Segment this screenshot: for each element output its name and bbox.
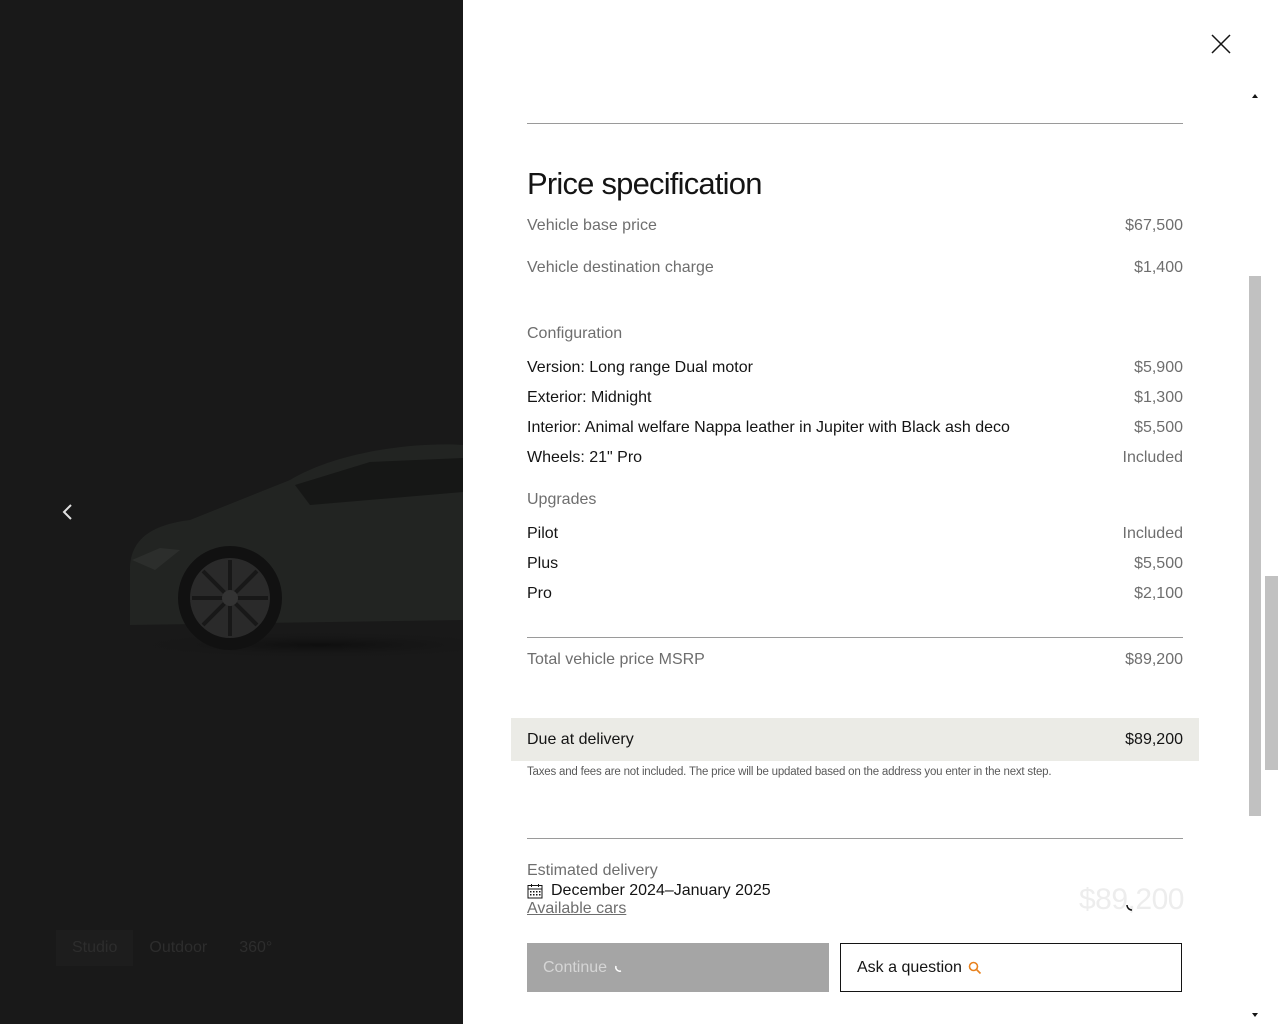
config-row-version: Version: Long range Dual motor $5,900 [527, 359, 1183, 377]
config-label: Exterior: Midnight [527, 389, 652, 406]
scrollbar-thumb[interactable] [1249, 276, 1261, 816]
divider [527, 123, 1183, 124]
config-value: Included [1122, 449, 1184, 466]
upgrade-row-plus: Plus $5,500 [527, 555, 1183, 573]
config-value: $5,500 [1134, 419, 1183, 436]
upgrade-label: Pilot [527, 525, 559, 542]
upgrade-row-pro: Pro $2,100 [527, 585, 1183, 603]
scroll-down-icon[interactable] [1247, 1007, 1263, 1023]
page-title: Price specification [527, 166, 762, 201]
config-row-exterior: Exterior: Midnight $1,300 [527, 389, 1183, 407]
config-row-wheels: Wheels: 21" Pro Included [527, 449, 1183, 467]
upgrade-value: $2,100 [1134, 585, 1183, 602]
estimated-delivery-date: December 2024–January 2025 [527, 882, 771, 900]
chevron-left-icon[interactable] [56, 500, 80, 524]
upgrade-label: Pro [527, 585, 552, 602]
scroll-up-icon[interactable] [1247, 88, 1263, 104]
config-value: $1,300 [1134, 389, 1183, 406]
ask-label: Ask a question [857, 958, 962, 976]
continue-label: Continue [543, 958, 608, 976]
calendar-icon [527, 884, 543, 899]
tab-studio[interactable]: Studio [56, 930, 134, 966]
loading-spinner-icon [1126, 904, 1133, 911]
config-label: Version: Long range Dual motor [527, 359, 753, 376]
continue-button[interactable]: Continue [527, 943, 829, 992]
upgrade-value: $5,500 [1134, 555, 1183, 572]
car-viewer: Studio Outdoor 360° [0, 0, 463, 1024]
view-tabs: Studio Outdoor 360° [56, 930, 288, 966]
config-row-interior: Interior: Animal welfare Nappa leather i… [527, 419, 1183, 437]
ask-question-button[interactable]: Ask a question [840, 943, 1182, 992]
base-price-value: $67,500 [1125, 217, 1183, 234]
divider [527, 637, 1183, 638]
upgrade-label: Plus [527, 555, 559, 572]
price-panel: Price specification Vehicle base price $… [463, 0, 1280, 1024]
config-label: Wheels: 21" Pro [527, 449, 643, 466]
total-row: Total vehicle price MSRP $89,200 [527, 651, 1183, 669]
total-label: Total vehicle price MSRP [527, 651, 705, 668]
due-at-delivery: Due at delivery $89,200 [511, 718, 1199, 761]
tab-outdoor[interactable]: Outdoor [133, 930, 223, 966]
config-label: Interior: Animal welfare Nappa leather i… [527, 419, 1010, 436]
tab-360[interactable]: 360° [223, 930, 288, 966]
total-value: $89,200 [1125, 651, 1183, 668]
config-value: $5,900 [1134, 359, 1183, 376]
divider [527, 838, 1183, 839]
base-price-label: Vehicle base price [527, 217, 657, 234]
car-image [120, 444, 463, 659]
destination-label: Vehicle destination charge [527, 259, 714, 276]
delivery-date-text: December 2024–January 2025 [551, 882, 771, 899]
due-label: Due at delivery [527, 730, 634, 748]
close-icon[interactable] [1210, 33, 1232, 55]
upgrades-heading: Upgrades [527, 491, 597, 508]
upgrade-value: Included [1122, 525, 1184, 542]
base-price-row: Vehicle base price $67,500 [527, 217, 1183, 235]
estimated-delivery-label: Estimated delivery [527, 862, 658, 879]
loading-spinner-icon [615, 965, 622, 972]
destination-row: Vehicle destination charge $1,400 [527, 259, 1183, 277]
destination-value: $1,400 [1134, 259, 1183, 276]
available-cars-link[interactable]: Available cars [527, 900, 626, 918]
due-value: $89,200 [1125, 730, 1183, 748]
tax-note: Taxes and fees are not included. The pri… [527, 766, 1052, 778]
search-icon [968, 961, 982, 974]
upgrade-row-pilot: Pilot Included [527, 525, 1183, 543]
configuration-heading: Configuration [527, 325, 623, 342]
page-scrollbar-thumb[interactable] [1265, 576, 1278, 770]
